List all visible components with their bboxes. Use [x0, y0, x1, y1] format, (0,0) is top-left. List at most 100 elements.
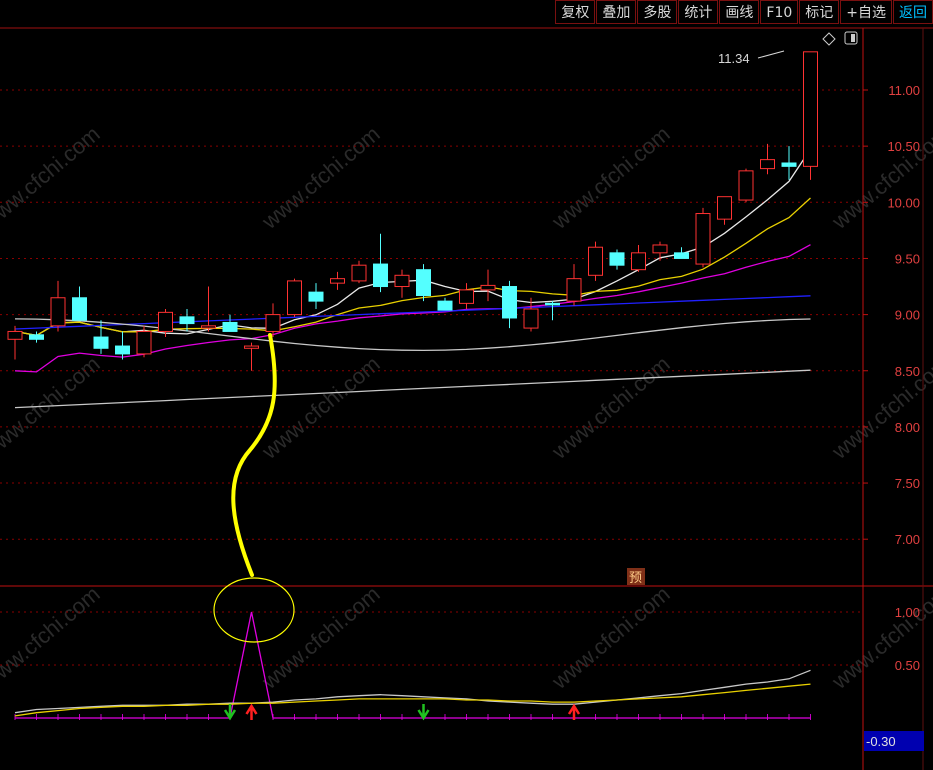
candle-body — [674, 252, 689, 259]
candle-body — [631, 252, 646, 271]
stock-chart[interactable]: www.cfchi.com www.cfchi.com www.cfchi.com w… — [0, 0, 933, 770]
candle-body — [287, 280, 302, 316]
diamond-icon[interactable] — [822, 32, 836, 46]
candle — [351, 260, 367, 284]
candle — [50, 280, 66, 332]
chart-icons — [822, 31, 858, 46]
candle — [717, 196, 732, 225]
sell-signal-arrow — [223, 704, 237, 721]
price-tick-label: 7.00 — [895, 532, 920, 547]
candle-body — [136, 330, 152, 355]
candle — [566, 264, 582, 306]
candle — [222, 314, 238, 332]
ma-long-line — [14, 369, 811, 409]
candle — [695, 207, 711, 268]
ma5-line — [14, 148, 812, 337]
annotation-circle — [213, 577, 295, 643]
watermark-text: www.cfchi.com — [0, 121, 105, 234]
indicator-tick-label: 1.00 — [895, 605, 920, 620]
ma60-line — [14, 295, 811, 330]
candle — [480, 269, 496, 302]
indicator-tick-label: 0.50 — [895, 658, 920, 673]
watermark-text: www.cfchi.com — [546, 351, 674, 464]
price-tick-label: 8.50 — [895, 364, 920, 379]
candle-body — [480, 284, 496, 291]
candle-body — [523, 308, 539, 329]
candle-body — [781, 162, 797, 167]
watermark-layer: www.cfchi.com www.cfchi.com www.cfchi.com w… — [0, 121, 933, 694]
price-tick-label: 9.00 — [895, 308, 920, 323]
watermark-text: www.cfchi.com — [256, 581, 384, 694]
candle-body — [502, 286, 517, 319]
candle-body — [609, 252, 625, 266]
price-axis: 11.00 10.50 10.00 9.50 9.00 8.50 8.00 7.50 7.00 — [863, 83, 920, 547]
candle-body — [459, 289, 474, 304]
buy-signal-arrow — [245, 703, 258, 720]
candle-body — [158, 311, 173, 332]
candle — [674, 247, 689, 259]
candle-body — [760, 159, 775, 170]
candle-body — [179, 316, 195, 325]
hand-annotations — [213, 333, 295, 643]
candle-body — [738, 170, 754, 201]
candle — [373, 233, 388, 293]
candle-body — [72, 297, 87, 321]
candle-body — [566, 278, 582, 302]
candle-body — [394, 274, 410, 288]
forecast-flag-label: 预 — [629, 571, 642, 586]
candle — [545, 301, 560, 321]
candle-body — [244, 345, 259, 349]
candle-body — [222, 321, 238, 332]
candle — [7, 325, 23, 360]
candle — [437, 297, 453, 311]
candle — [330, 271, 345, 290]
candle-body — [416, 269, 431, 297]
candle-body — [652, 244, 668, 254]
chart-frame — [0, 27, 933, 770]
last-price-label: 11.34 — [718, 51, 750, 66]
last-price-pointer — [757, 50, 785, 59]
candle-body — [265, 314, 281, 332]
candle-body — [115, 345, 130, 355]
candle — [416, 264, 431, 302]
candle — [394, 269, 410, 298]
candle — [631, 244, 646, 272]
watermark-text: www.cfchi.com — [0, 581, 105, 694]
candle — [287, 278, 302, 317]
candle-body — [373, 263, 388, 288]
bottom-value-label: -0.30 — [866, 734, 896, 749]
candle-body — [588, 246, 603, 276]
price-tick-label: 9.50 — [895, 251, 920, 266]
price-tick-label: 10.00 — [887, 195, 920, 210]
candle-body — [695, 213, 711, 265]
candle — [760, 143, 775, 175]
price-tick-label: 11.00 — [888, 83, 920, 98]
candle — [803, 51, 818, 180]
candlestick-series — [7, 51, 818, 371]
watermark-text: www.cfchi.com — [826, 581, 933, 694]
candle — [459, 283, 474, 309]
candle-body — [201, 325, 216, 329]
sell-signal-arrow — [417, 704, 430, 721]
candle-body — [308, 291, 324, 302]
price-tick-label: 7.50 — [895, 476, 920, 491]
candle-body — [351, 264, 367, 282]
candle — [609, 249, 625, 270]
ma20-line — [14, 244, 811, 373]
watermark-text: www.cfchi.com — [256, 121, 384, 234]
candle-body — [437, 300, 453, 311]
candle — [652, 241, 668, 261]
candle — [738, 168, 754, 203]
candle — [308, 283, 324, 309]
candle — [244, 342, 259, 371]
candle-body — [803, 51, 818, 167]
candle-body — [330, 278, 345, 284]
moving-average-lines — [14, 148, 812, 409]
grid-lines — [0, 89, 863, 720]
candle — [72, 286, 87, 321]
candle — [502, 280, 517, 329]
watermark-text: www.cfchi.com — [546, 581, 674, 694]
candle — [265, 303, 281, 338]
candle-body — [7, 330, 23, 340]
candle-body — [29, 334, 44, 340]
